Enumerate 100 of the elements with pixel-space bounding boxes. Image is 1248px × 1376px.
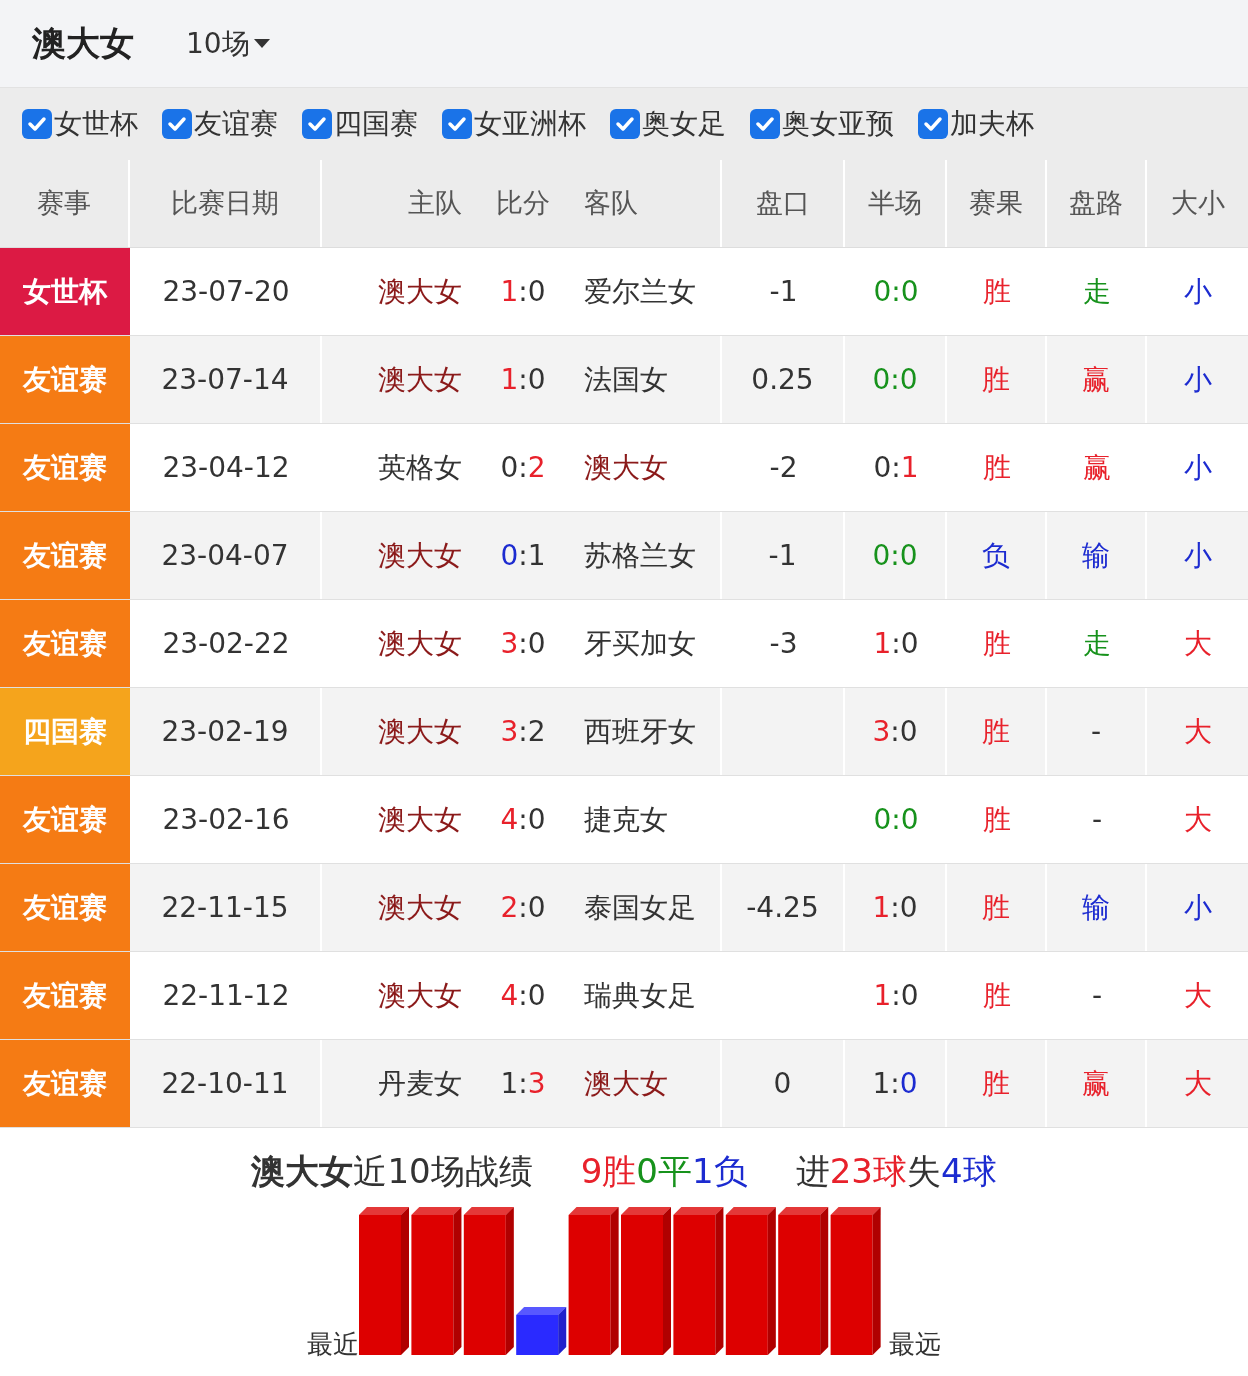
competition-cell: 友谊赛 [0,512,130,599]
summary-title: 澳大女近10场战绩 [251,1150,533,1193]
competition-cell: 友谊赛 [0,776,130,863]
score-cell-text: 0:2 [500,449,546,486]
over-under-cell-text: 小 [1183,537,1212,574]
column-header: 客队 [584,187,638,219]
column-header: 赛事 [37,186,91,221]
handicap-result-cell-text: - [1090,713,1102,750]
result-cell-text: 胜 [983,977,1011,1014]
recent-label: 最近 [307,1331,359,1357]
half-time-score: 0:0 [873,273,919,310]
over-under-cell-text: 大 [1183,1065,1212,1102]
half-time-score: 0:0 [872,361,918,398]
competition-cell: 友谊赛 [0,600,130,687]
half-time-score: 1:0 [872,889,918,926]
handicap-cell-text: -1 [768,537,797,574]
competition-cell: 四国赛 [0,688,130,775]
result-cell-text: 胜 [983,273,1011,310]
over-under-cell-text: 大 [1183,625,1212,662]
checkbox[interactable] [162,109,192,139]
filter-label: 加夫杯 [950,106,1034,142]
over-under-cell-text: 大 [1183,801,1212,838]
competition-cell: 友谊赛 [0,336,130,423]
handicap-cell-text: 0.25 [751,361,814,398]
date-cell-text: 23-04-07 [161,537,289,574]
handicap-cell-text: -2 [769,449,798,486]
checkbox[interactable] [442,109,472,139]
team-name: 澳大女 [378,361,462,398]
score-cell-text: 2:0 [500,889,546,926]
score-cell-text: 3:0 [500,625,546,662]
score-cell-text: 4:0 [500,801,546,838]
date-cell-text: 23-04-12 [162,449,290,486]
filter-label: 女世杯 [54,106,138,142]
score-cell-text: 1:0 [500,273,546,310]
team-title: 澳大女 [32,22,134,65]
result-cell-text: 胜 [983,625,1011,662]
handicap-result-cell-text: 走 [1083,273,1111,310]
competition-cell: 友谊赛 [0,952,130,1039]
handicap-result-cell-text: - [1091,801,1103,838]
half-time-score: 0:0 [872,537,918,574]
team-name: 泰国女足 [584,889,696,926]
team-name: 澳大女 [378,889,462,926]
team-name: 西班牙女 [584,713,696,750]
column-header: 比分 [496,187,550,219]
competition-cell: 友谊赛 [0,424,130,511]
filter-label: 四国赛 [334,106,418,142]
handicap-cell-text: -3 [769,625,798,662]
date-cell-text: 23-02-22 [162,625,290,662]
half-time-score: 1:0 [872,1065,918,1102]
team-name: 丹麦女 [378,1065,462,1102]
result-cell-text: 负 [982,537,1010,574]
team-name: 澳大女 [378,273,462,310]
date-cell-text: 22-11-15 [161,889,289,926]
result-cell-text: 胜 [982,1065,1010,1102]
handicap-cell-text: -1 [769,273,798,310]
team-name: 澳大女 [378,537,462,574]
over-under-cell-text: 小 [1183,361,1212,398]
score-cell-text: 3:2 [500,713,546,750]
checkbox[interactable] [302,109,332,139]
checkbox[interactable] [750,109,780,139]
date-cell-text: 23-02-19 [161,713,289,750]
handicap-result-cell-text: 赢 [1082,361,1110,398]
filter-label: 友谊赛 [194,106,278,142]
team-name: 澳大女 [378,625,462,662]
score-cell-text: 4:0 [500,977,546,1014]
column-header: 比赛日期 [171,186,279,221]
over-under-cell-text: 大 [1183,713,1212,750]
handicap-cell-text: 0 [773,1065,792,1102]
handicap-result-cell-text: - [1091,977,1103,1014]
team-name: 澳大女 [378,977,462,1014]
column-header: 赛果 [969,186,1023,221]
team-name: 法国女 [584,361,668,398]
score-cell-text: 0:1 [500,537,546,574]
checkbox[interactable] [22,109,52,139]
date-cell-text: 23-02-16 [162,801,290,838]
team-name: 爱尔兰女 [584,273,696,310]
checkbox[interactable] [610,109,640,139]
handicap-result-cell-text: 走 [1083,625,1111,662]
over-under-cell-text: 小 [1183,273,1212,310]
score-cell-text: 1:0 [500,361,546,398]
date-cell-text: 23-07-14 [161,361,289,398]
date-cell-text: 22-11-12 [162,977,290,1014]
over-under-cell-text: 大 [1183,977,1212,1014]
handicap-result-cell-text: 输 [1082,537,1110,574]
match-count-dropdown[interactable]: 10场 [186,22,270,65]
oldest-label: 最远 [889,1331,941,1357]
team-name: 澳大女 [584,449,668,486]
team-name: 苏格兰女 [584,537,696,574]
over-under-cell-text: 小 [1183,889,1212,926]
checkbox[interactable] [918,109,948,139]
handicap-result-cell-text: 赢 [1082,1065,1110,1102]
handicap-result-cell-text: 输 [1082,889,1110,926]
over-under-cell-text: 小 [1183,449,1212,486]
half-time-score: 1:0 [873,625,919,662]
goals-summary: 进23球失4球 [795,1150,997,1193]
result-cell-text: 胜 [982,889,1010,926]
result-cell-text: 胜 [982,713,1010,750]
column-header: 主队 [408,187,462,219]
filter-label: 奥女足 [642,106,726,142]
half-time-score: 1:0 [873,977,919,1014]
